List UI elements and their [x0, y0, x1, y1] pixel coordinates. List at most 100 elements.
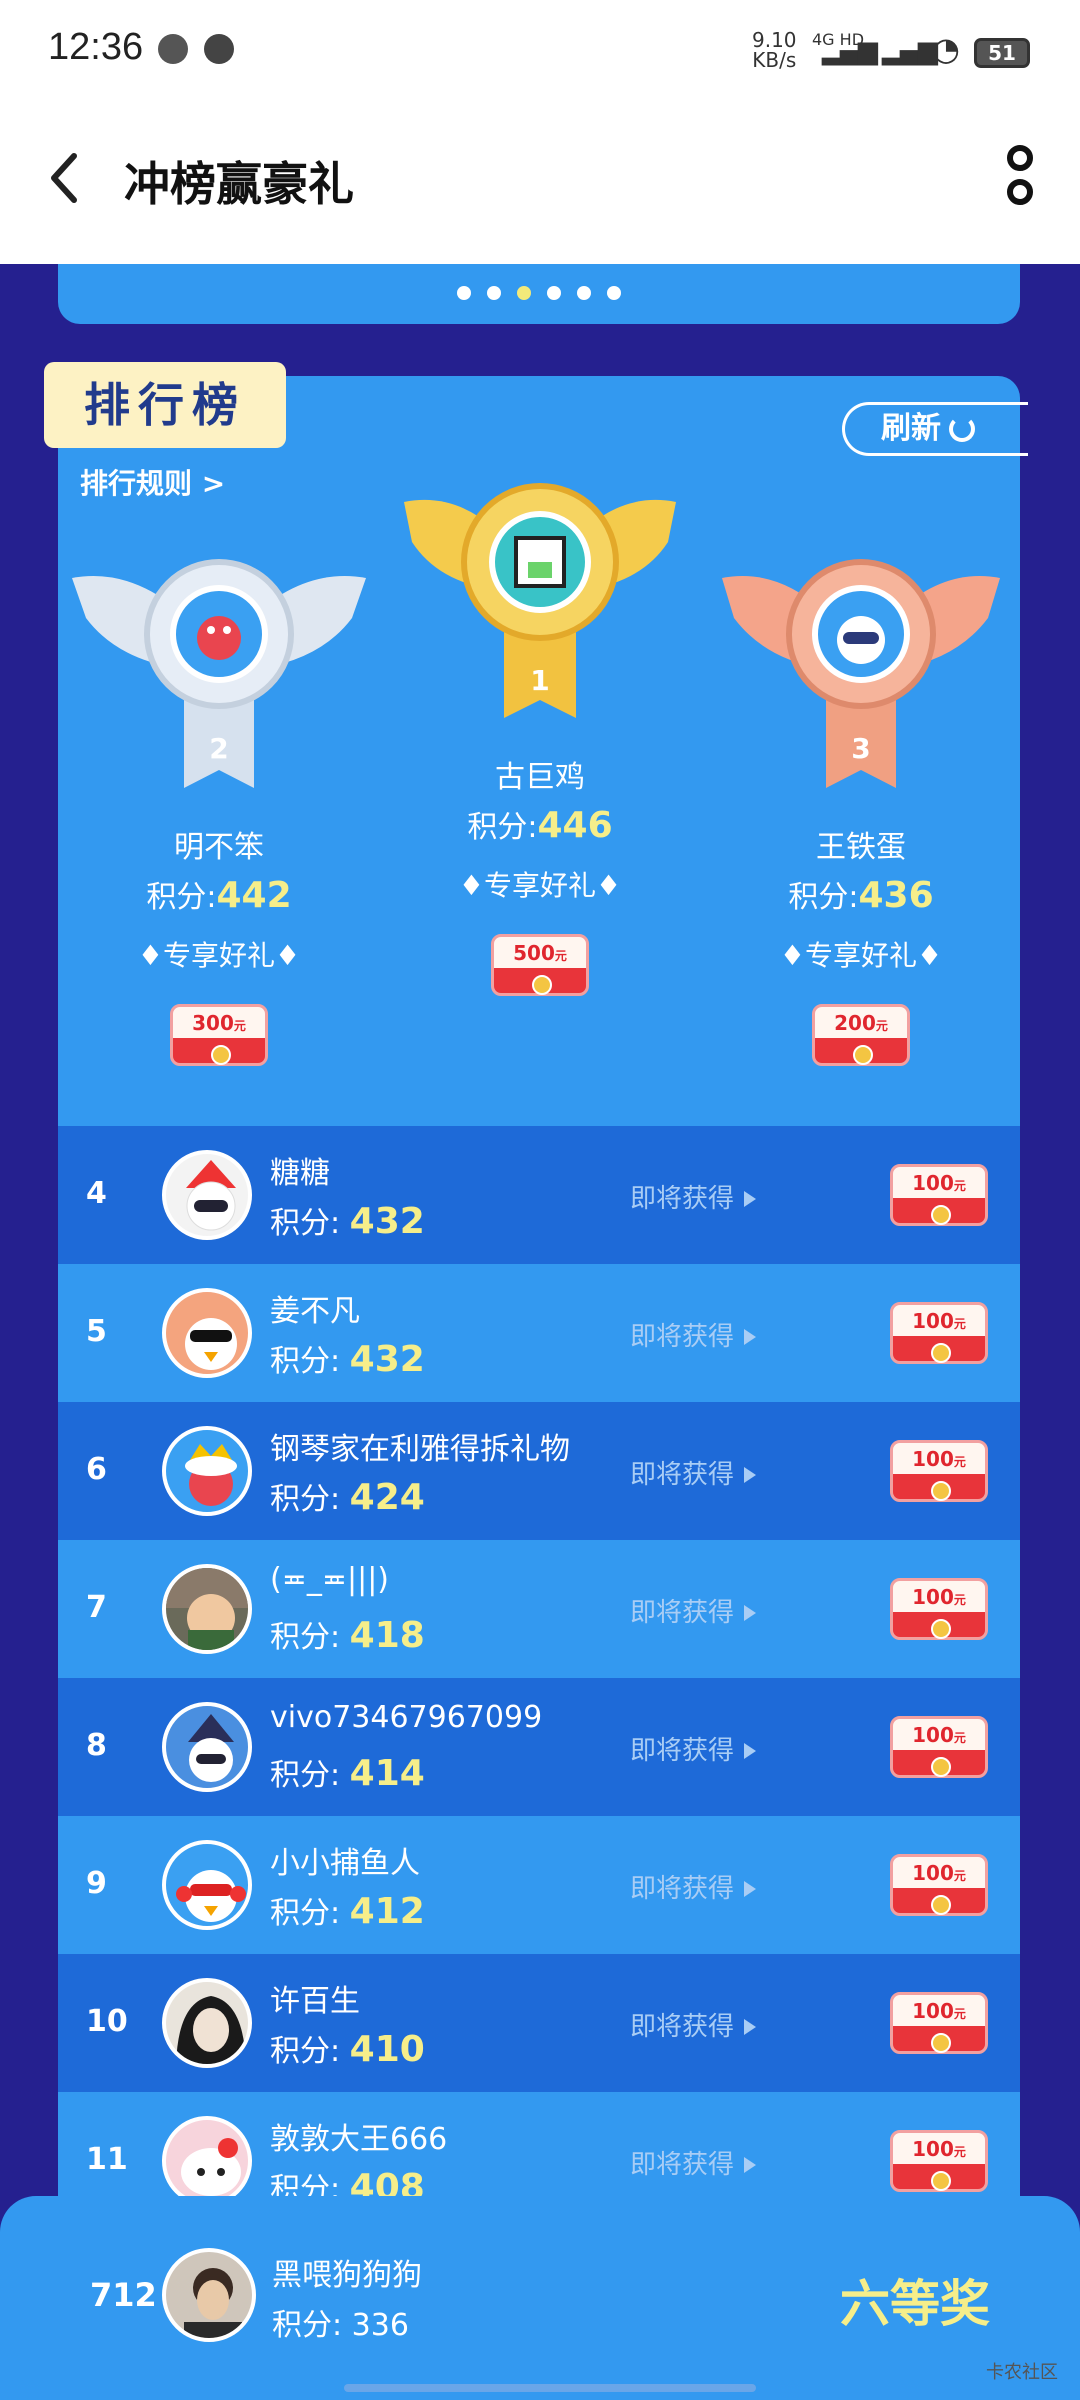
carousel-dot [577, 286, 591, 300]
user-score: 积分: 414 [270, 1753, 425, 1794]
row-rank: 5 [86, 1314, 107, 1349]
carousel-indicator [58, 286, 1020, 300]
reward-ticket: 100元 [890, 1992, 988, 2054]
my-score: 积分: 336 [272, 2308, 409, 2343]
podium-gift-label-1: ♦专享好礼♦ [458, 869, 622, 902]
user-name: 敦敦大王666 [270, 2122, 448, 2157]
status-label: 即将获得 [630, 1178, 757, 1215]
row-rank: 9 [86, 1866, 107, 1901]
podium-name-3: 王铁蛋 [816, 830, 906, 865]
user-score: 积分: 424 [270, 1477, 425, 1518]
leaderboard-row[interactable]: 6 钢琴家在利雅得拆礼物 积分: 424 即将获得 100元 [58, 1402, 1020, 1540]
watermark: 卡农社区 [986, 2362, 1058, 2383]
reward-ticket: 100元 [890, 1164, 988, 1226]
reward-ticket: 300元 [170, 1004, 268, 1066]
row-rank: 11 [86, 2142, 128, 2177]
user-score: 积分: 432 [270, 1201, 425, 1242]
avatar [162, 1564, 252, 1654]
podium-name-1: 古巨鸡 [495, 760, 585, 795]
podium-score-2: 积分:442 [146, 875, 292, 916]
row-rank: 10 [86, 2004, 128, 2039]
leaderboard-row[interactable]: 5 姜不凡 积分: 432 即将获得 100元 [58, 1264, 1020, 1402]
net-speed: 9.10 KB/s [752, 28, 797, 72]
podium-rank-3: 3 [851, 732, 870, 765]
bronze-medal: 3 [722, 559, 1000, 788]
play-arrow-icon [744, 1467, 757, 1483]
user-name: 小小捕鱼人 [270, 1846, 420, 1881]
podium-score-3: 积分:436 [788, 875, 934, 916]
reward-ticket: 200元 [812, 1004, 910, 1066]
user-score: 积分: 412 [270, 1891, 425, 1932]
status-time: 12:36 [48, 26, 144, 68]
avatar [162, 1288, 252, 1378]
user-name: 姜不凡 [270, 1294, 360, 1329]
user-name: vivo73467967099 [270, 1700, 543, 1735]
play-arrow-icon [744, 1605, 757, 1621]
user-name: 许百生 [270, 1984, 360, 2019]
row-rank: 7 [86, 1590, 107, 1625]
refresh-button[interactable]: 刷新 [842, 402, 1028, 456]
my-rank-bar: 712 黑喂狗狗狗 积分: 336 六等奖 [0, 2196, 1080, 2400]
play-arrow-icon [744, 2019, 757, 2035]
signal-icon: ▂▄▆ [822, 36, 878, 66]
play-arrow-icon [744, 2157, 757, 2173]
row-rank: 8 [86, 1728, 107, 1763]
play-arrow-icon [744, 1329, 757, 1345]
silver-medal: 2 [72, 559, 366, 788]
podium-gift-label-2: ♦专享好礼♦ [137, 939, 301, 972]
carousel-dot-active [517, 286, 531, 300]
ranking-rules-link[interactable]: 排行规则 > [80, 462, 225, 502]
carousel-dot [547, 286, 561, 300]
status-label: 即将获得 [630, 1730, 757, 1767]
reward-ticket: 500元 [491, 934, 589, 996]
reward-ticket: 100元 [890, 1578, 988, 1640]
avatar [162, 2116, 252, 2206]
upload-icon [204, 34, 234, 64]
podium-rank-2: 2 [209, 732, 228, 765]
status-label: 即将获得 [630, 2006, 757, 2043]
user-score: 积分: 410 [270, 2029, 425, 2070]
status-label: 即将获得 [630, 1592, 757, 1629]
podium-name-2: 明不笨 [174, 830, 264, 865]
reward-ticket: 100元 [890, 2130, 988, 2192]
refresh-icon [949, 416, 975, 442]
leaderboard-row[interactable]: 10 许百生 积分: 410 即将获得 100元 [58, 1954, 1020, 2092]
podium-score-1: 积分:446 [467, 805, 613, 846]
reward-ticket: 100元 [890, 1716, 988, 1778]
avatar [162, 1702, 252, 1792]
avatar [162, 1426, 252, 1516]
refresh-label: 刷新 [881, 411, 941, 446]
avatar [162, 1840, 252, 1930]
reward-ticket: 100元 [890, 1440, 988, 1502]
leaderboard-row[interactable]: 8 vivo73467967099 积分: 414 即将获得 100元 [58, 1678, 1020, 1816]
status-label: 即将获得 [630, 2144, 757, 2181]
leaderboard-row[interactable]: 9 小小捕鱼人 积分: 412 即将获得 100元 [58, 1816, 1020, 1954]
wifi-icon: ◔ [932, 30, 960, 68]
more-vertical-icon[interactable] [1000, 144, 1040, 210]
leaderboard-row[interactable]: 7 (≖_≖|||) 积分: 418 即将获得 100元 [58, 1540, 1020, 1678]
battery-icon: 51 [974, 38, 1030, 68]
my-avatar [162, 2248, 256, 2342]
page-title: 冲榜赢豪礼 [124, 157, 354, 211]
play-arrow-icon [744, 1191, 757, 1207]
avatar [162, 1978, 252, 2068]
my-rank: 712 [90, 2276, 157, 2314]
my-prize-label: 六等奖 [840, 2275, 990, 2333]
user-name: (≖_≖|||) [270, 1562, 390, 1597]
reward-ticket: 100元 [890, 1302, 988, 1364]
reward-ticket: 100元 [890, 1854, 988, 1916]
avatar [162, 1150, 252, 1240]
status-label: 即将获得 [630, 1454, 757, 1491]
user-name: 钢琴家在利雅得拆礼物 [270, 1432, 570, 1467]
podium-gift-label-3: ♦专享好礼♦ [779, 939, 943, 972]
row-rank: 4 [86, 1176, 107, 1211]
leaderboard-row[interactable]: 4 糖糖 积分: 432 即将获得 100元 [58, 1126, 1020, 1264]
app-header: 冲榜赢豪礼 [0, 100, 1080, 264]
carousel-dot [457, 286, 471, 300]
banner-carousel[interactable] [58, 264, 1020, 324]
gold-medal: 1 [404, 483, 676, 718]
home-indicator[interactable] [344, 2384, 756, 2392]
row-rank: 6 [86, 1452, 107, 1487]
carousel-dot [487, 286, 501, 300]
chevron-left-icon[interactable] [42, 148, 86, 208]
